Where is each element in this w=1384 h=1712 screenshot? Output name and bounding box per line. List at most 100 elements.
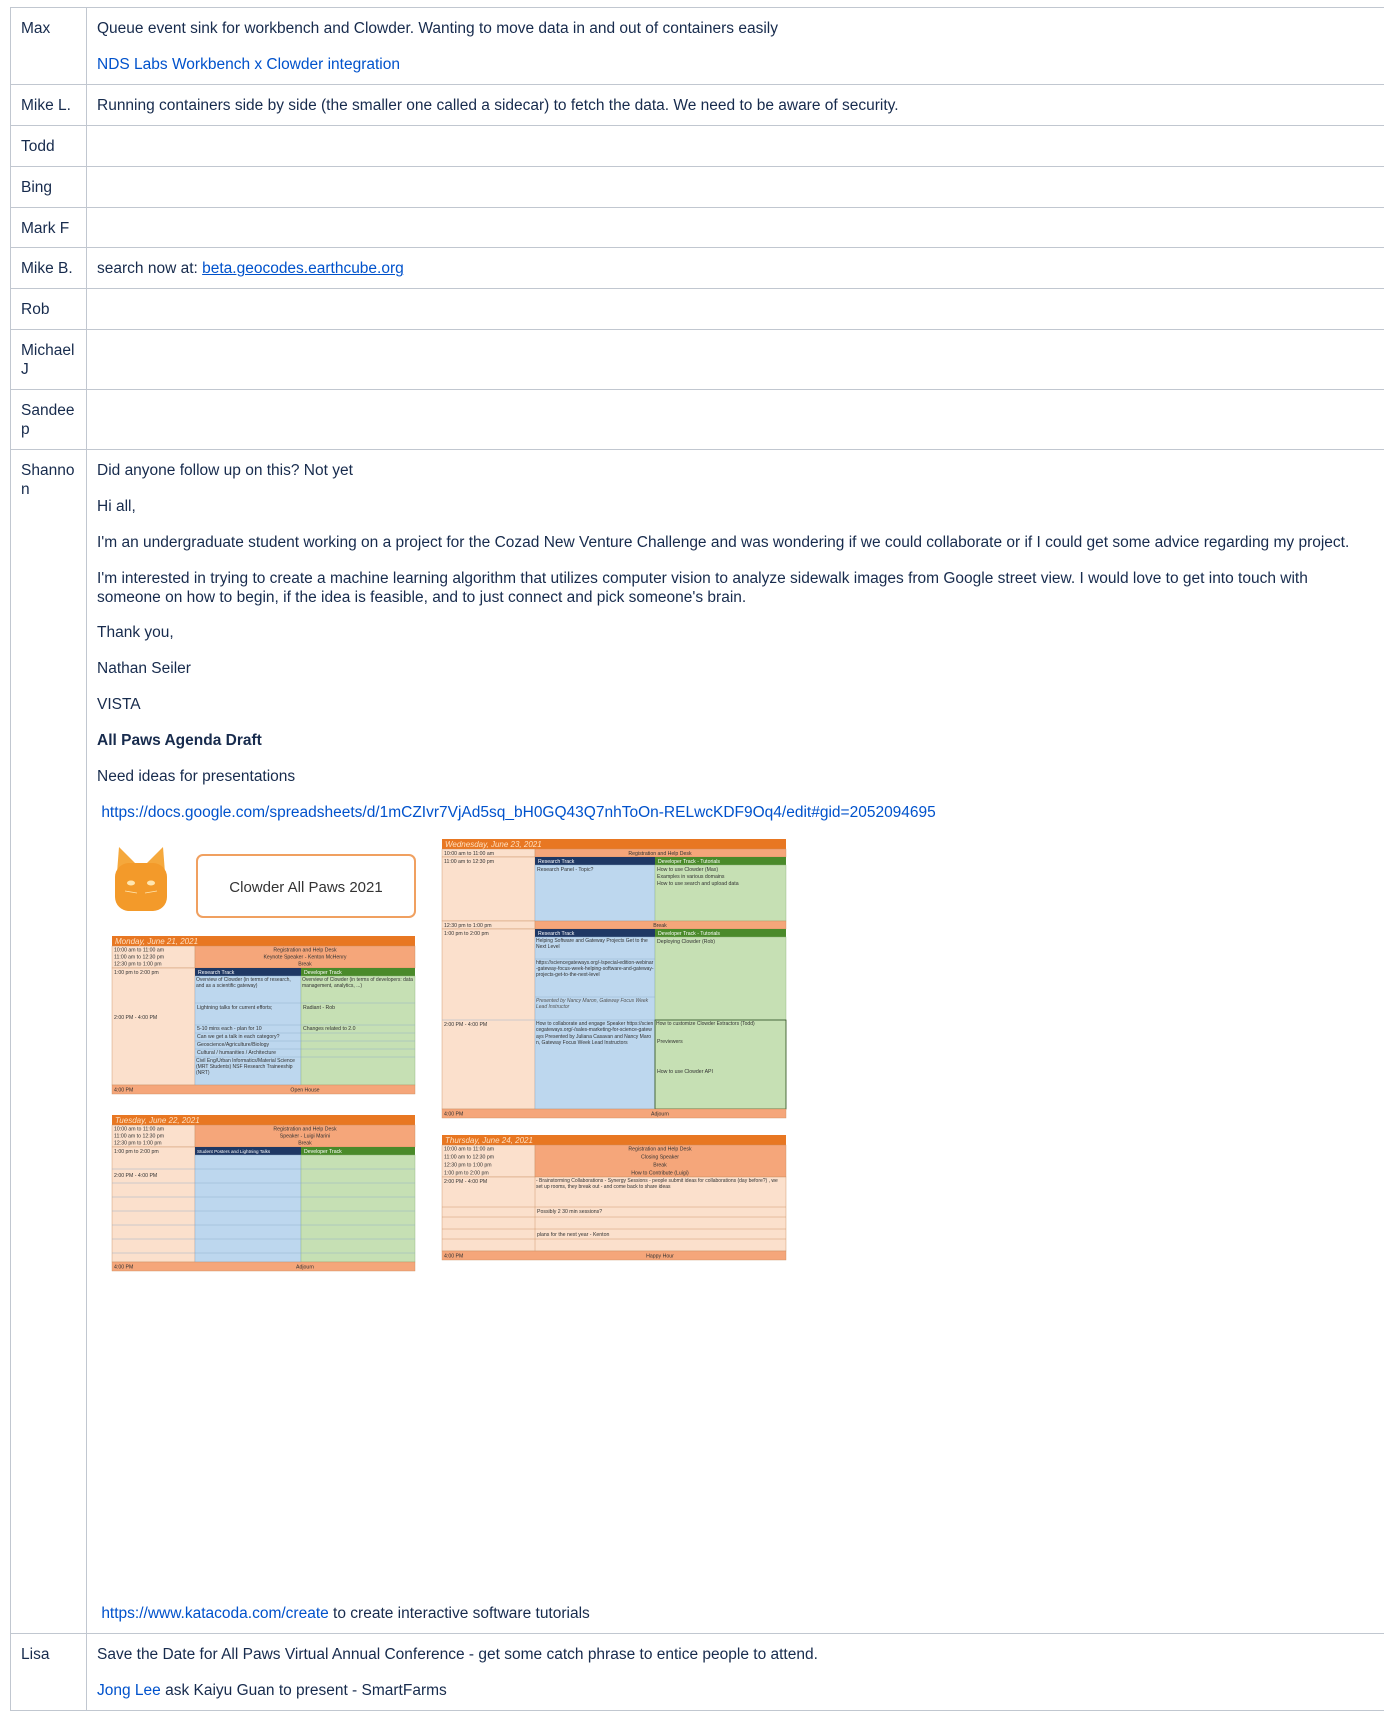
wednesday-session-1: Registration and Help Desk — [628, 851, 692, 857]
table-row: Lisa Save the Date for All Paws Virtual … — [10, 1632, 1384, 1711]
content-cell — [86, 206, 1384, 249]
tuesday-time-6: 4:00 PM — [114, 1264, 133, 1270]
tuesday-time-4: 1:00 pm to 2:00 pm — [114, 1149, 159, 1155]
name-cell: Michael J — [10, 329, 87, 391]
table-row: Mark F — [10, 206, 1384, 249]
name-cell: Bing — [10, 165, 87, 208]
wednesday-research-track-2: Research Track — [538, 931, 575, 937]
thursday-schedule: Thursday, June 24, 2021 10:00 am to 11:0… — [441, 1134, 787, 1261]
table-row: Sandeep — [10, 389, 1384, 450]
tuesday-schedule: Tuesday, June 22, 2021 10:00 am to 11:00… — [111, 1114, 416, 1272]
thursday-session-3: Break — [653, 1162, 667, 1168]
monday-end: Open House — [290, 1087, 319, 1093]
paragraph: Nathan Seiler — [97, 660, 191, 678]
tuesday-session-2: Speaker - Luigi Marini — [280, 1133, 330, 1139]
tuesday-day: Tuesday, June 22, 2021 — [115, 1116, 200, 1125]
paragraph: search now at: — [97, 260, 203, 278]
monday-session-2: Keynote Speaker - Kenton McHenry — [263, 954, 346, 960]
name-cell: Sandeep — [10, 389, 87, 450]
thursday-session-2: Closing Speaker — [641, 1154, 679, 1160]
thursday-time-1: 10:00 am to 11:00 am — [444, 1146, 494, 1152]
content-cell — [86, 124, 1384, 167]
tuesday-time-3: 12:30 pm to 1:00 pm — [114, 1140, 162, 1146]
content-cell — [86, 389, 1384, 450]
paragraph: to create interactive software tutorials — [328, 1604, 590, 1622]
monday-session-1: Registration and Help Desk — [273, 947, 337, 953]
wednesday-research-4: Presented by Nancy Maron, Gateway Focus … — [536, 997, 649, 1010]
agenda-image: Clowder All Paws 2021 Monday, June 21, 2… — [111, 838, 787, 1272]
wednesday-developer-1b: Examples in various domains — [657, 874, 725, 880]
wednesday-time-4: 1:00 pm to 2:00 pm — [444, 931, 489, 937]
monday-research-2: Lightning talks for current efforts; — [197, 1005, 272, 1011]
wednesday-schedule: Wednesday, June 23, 2021 10:00 am to 11:… — [441, 838, 787, 1119]
wednesday-time-6: 4:00 PM — [444, 1111, 463, 1117]
spreadsheet-link[interactable]: https://docs.google.com/spreadsheets/d/1… — [101, 804, 935, 821]
monday-research-1: Overview of Clowder (in terms of researc… — [196, 976, 291, 989]
monday-research-track: Research Track — [198, 970, 235, 976]
monday-time-1: 10:00 am to 11:00 am — [114, 947, 164, 953]
wednesday-research-track: Research Track — [538, 859, 575, 865]
wednesday-developer-1c: How to use search and upload data — [657, 881, 739, 887]
tuesday-time-1: 10:00 am to 11:00 am — [114, 1126, 164, 1132]
content-cell — [86, 329, 1384, 391]
tuesday-session-1: Registration and Help Desk — [273, 1126, 337, 1132]
paragraph: Did anyone follow up on this? Not yet — [97, 461, 353, 479]
content-cell — [86, 165, 1384, 208]
jong-lee-link[interactable]: Jong Lee — [97, 1682, 161, 1699]
wednesday-end: Adjourn — [651, 1111, 669, 1117]
paragraph: Running containers side by side (the sma… — [97, 96, 899, 114]
name-cell: Max — [10, 7, 87, 85]
thursday-time-3: 12:30 pm to 1:00 pm — [444, 1162, 492, 1168]
tuesday-developer-track: Developer Track — [304, 1149, 342, 1155]
thursday-note-2: Possibly 2 30 min sessions? — [537, 1209, 602, 1215]
wednesday-developer-track: Developer Track - Tutorials — [658, 859, 720, 865]
content-cell — [86, 288, 1384, 331]
wednesday-time-5: 2:00 PM - 4:00 PM — [444, 1022, 487, 1028]
thursday-note-1: - Brainstorming Collaborations - Synergy… — [536, 1177, 778, 1191]
thursday-note-3: plans for the next year - Kenton — [537, 1232, 609, 1238]
content-cell: search now at: beta.geocodes.earthcube.o… — [86, 247, 1384, 290]
wednesday-research-2: Helping Software and Gateway Projects Ge… — [536, 937, 648, 950]
monday-developer-2: Radiant - Rob — [303, 1005, 335, 1011]
agenda-banner-title: Clowder All Paws 2021 — [229, 879, 382, 896]
meeting-notes-table: Max Queue event sink for workbench and C… — [10, 7, 1384, 1711]
monday-research-4: Can we get a talk in each category? — [197, 1034, 280, 1040]
tuesday-session-3: Break — [298, 1140, 312, 1146]
paragraph: Hi all, — [97, 497, 136, 515]
katacoda-link[interactable]: https://www.katacoda.com/create — [101, 1605, 328, 1622]
name-cell: Mike B. — [10, 247, 87, 290]
wednesday-developer-1: How to use Clowder (Max) — [657, 867, 718, 873]
workbench-integration-link[interactable]: NDS Labs Workbench x Clowder integration — [97, 56, 400, 73]
wednesday-time-2: 11:00 am to 12:30 pm — [444, 859, 494, 865]
thursday-time-2: 11:00 am to 12:30 pm — [444, 1154, 494, 1160]
name-cell: Mike L. — [10, 83, 87, 126]
wednesday-day: Wednesday, June 23, 2021 — [445, 840, 542, 849]
paragraph: VISTA — [97, 696, 141, 714]
thursday-time-5: 2:00 PM - 4:00 PM — [444, 1179, 487, 1185]
content-cell: Save the Date for All Paws Virtual Annua… — [86, 1632, 1384, 1711]
name-cell: Lisa — [10, 1632, 87, 1711]
table-row: Mike L. Running containers side by side … — [10, 83, 1384, 126]
table-row: Todd — [10, 124, 1384, 167]
geocodes-link[interactable]: beta.geocodes.earthcube.org — [202, 260, 404, 277]
content-cell: Queue event sink for workbench and Clowd… — [86, 7, 1384, 85]
monday-research-3: 5-10 mins each - plan for 10 — [197, 1026, 262, 1032]
name-cell: Shannon — [10, 448, 87, 1634]
table-row: Michael J — [10, 329, 1384, 391]
thursday-session-4: How to Contribute (Luigi) — [631, 1170, 689, 1176]
table-row: Bing — [10, 165, 1384, 208]
monday-developer-track: Developer Track — [304, 970, 342, 976]
content-cell: Running containers side by side (the sma… — [86, 83, 1384, 126]
tuesday-end: Adjourn — [296, 1264, 314, 1270]
wednesday-developer-5b: Previewers — [657, 1039, 683, 1045]
monday-time-4: 1:00 pm to 2:00 pm — [114, 970, 159, 976]
monday-research-5: Geoscience/Agriculture/Biology — [197, 1042, 269, 1048]
table-row: Max Queue event sink for workbench and C… — [10, 7, 1384, 85]
table-row: Shannon Did anyone follow up on this? No… — [10, 448, 1384, 1634]
name-cell: Rob — [10, 288, 87, 331]
wednesday-developer-5c: How to use Clowder API — [657, 1069, 713, 1075]
monday-time-6: 4:00 PM — [114, 1087, 133, 1093]
wednesday-developer-track-2: Developer Track - Tutorials — [658, 931, 720, 937]
table-row: Mike B. search now at: beta.geocodes.ear… — [10, 247, 1384, 290]
paragraph: Need ideas for presentations — [97, 768, 296, 786]
